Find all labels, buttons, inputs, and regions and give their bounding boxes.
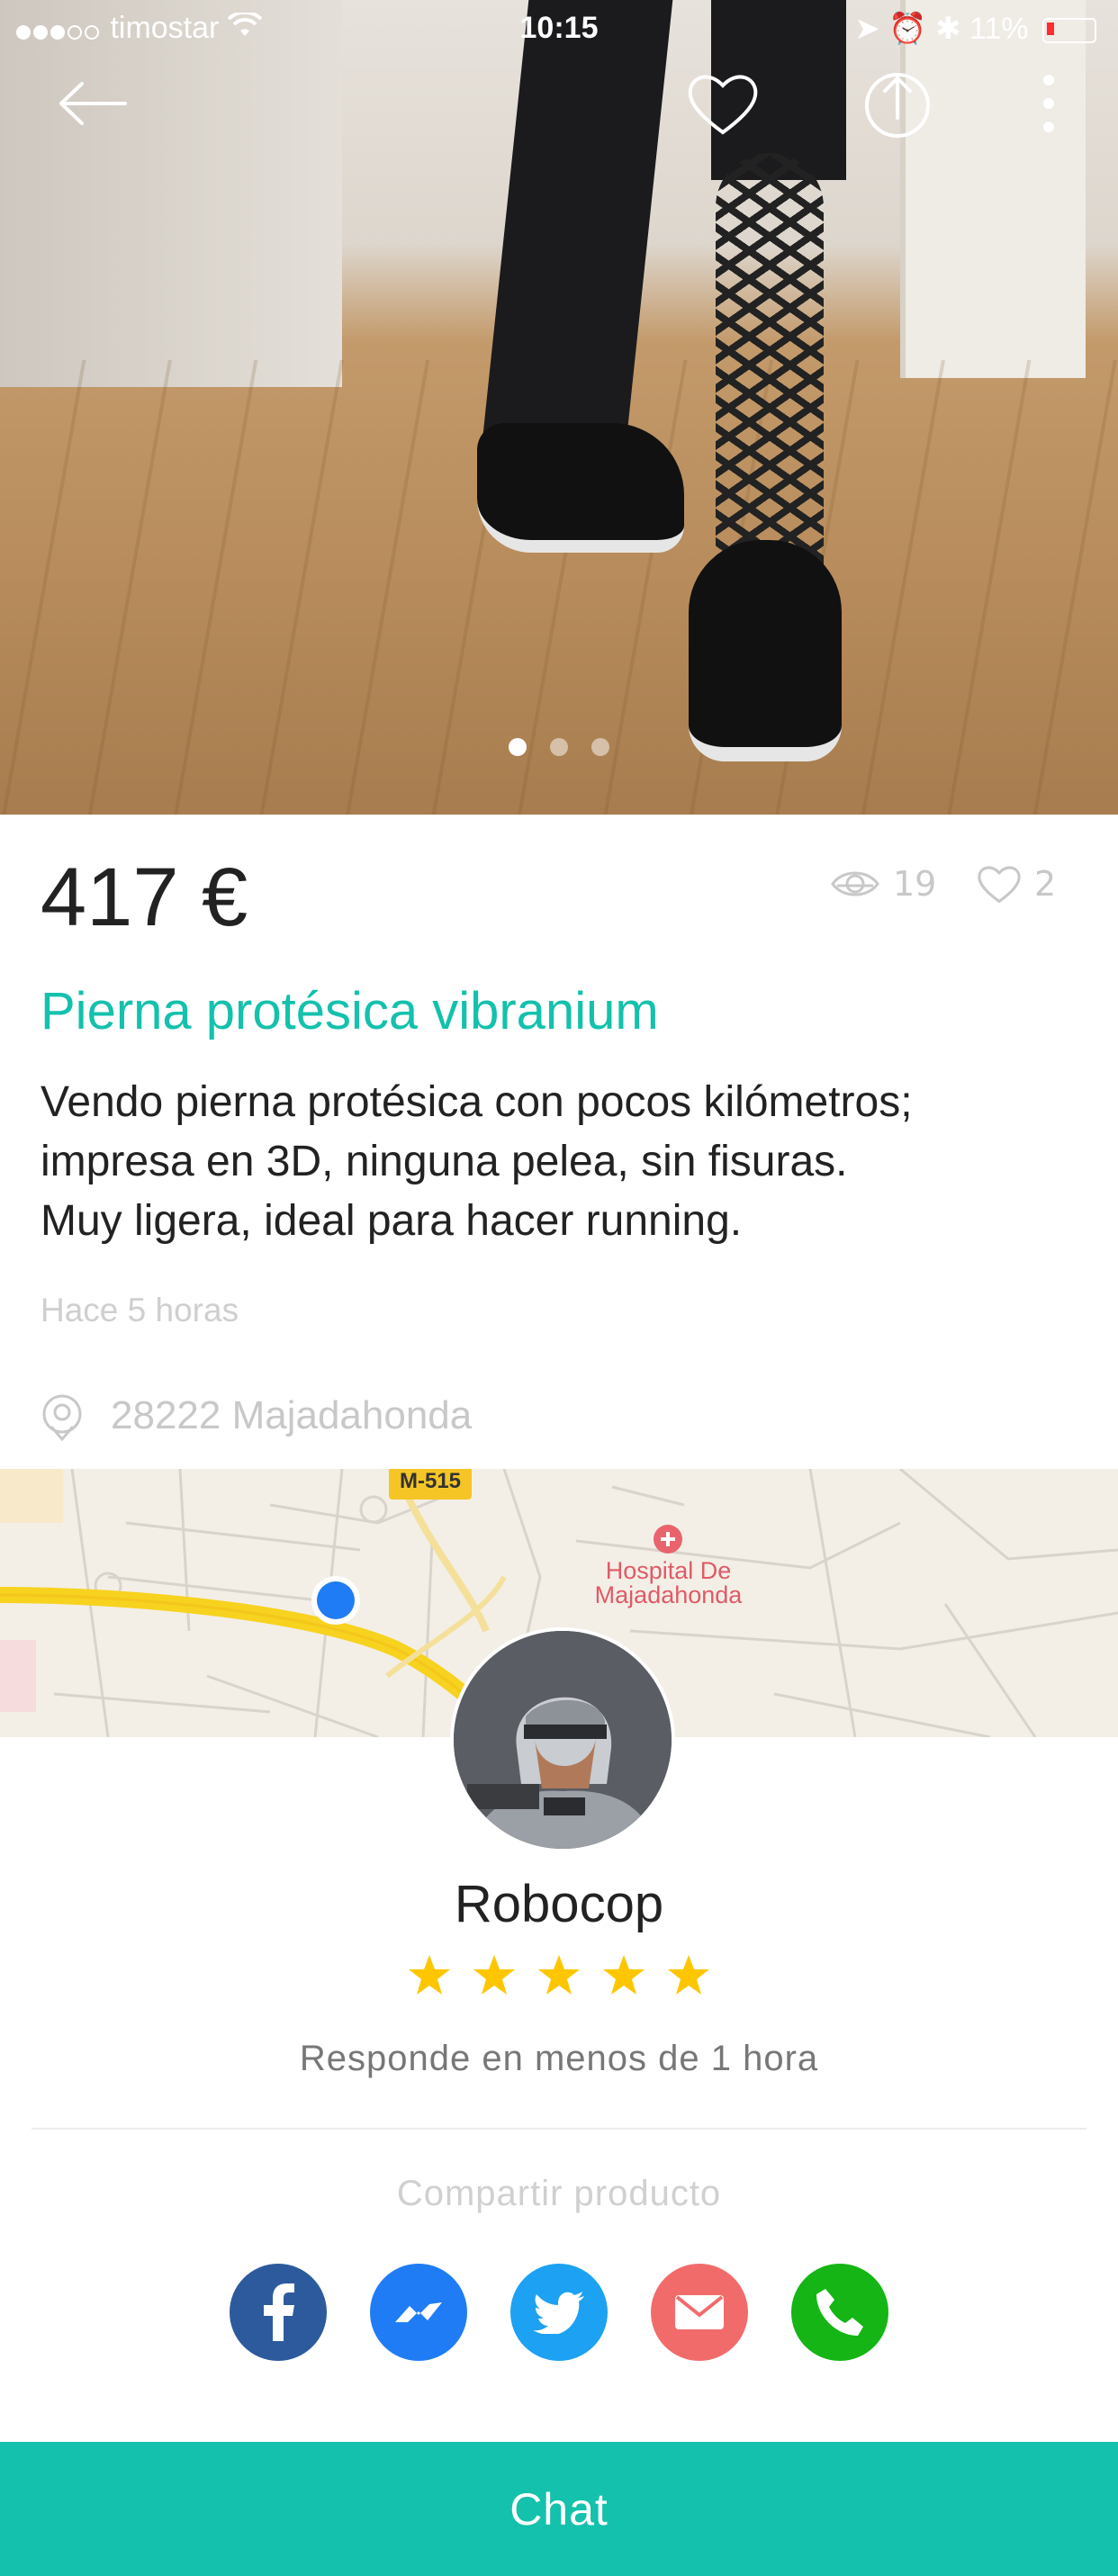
product-photo[interactable] — [0, 0, 1118, 815]
seller-rating — [0, 1953, 1118, 1996]
posted-time: Hace 5 horas — [41, 1292, 239, 1329]
twitter-share-button[interactable] — [510, 2264, 608, 2361]
pagination-dot[interactable] — [509, 738, 527, 756]
photo-wall — [0, 0, 342, 387]
likes-count: 2 — [977, 864, 1056, 904]
battery-percent: 11% — [969, 12, 1029, 46]
more-options-button[interactable] — [1008, 63, 1089, 144]
chat-button-label: Chat — [509, 2483, 609, 2535]
poi-label: Hospital De Majadahonda — [540, 1559, 797, 1608]
share-buttons — [0, 2264, 1118, 2361]
star-icon — [603, 1955, 645, 1995]
description-line: Muy ligera, ideal para hacer running. — [41, 1197, 743, 1245]
road-label: M-515 — [399, 1469, 462, 1493]
description-line: Vendo pierna protésica con pocos kilómet… — [41, 1078, 913, 1126]
price: 417 € — [41, 851, 248, 943]
heart-outline-icon — [978, 866, 1021, 904]
listing-title: Pierna protésica vibranium — [41, 982, 659, 1040]
status-bar: timostar 10:15 ➤ ⏰ ✱ 11% — [0, 0, 1118, 58]
star-icon — [538, 1955, 580, 1995]
favorite-button[interactable] — [682, 63, 763, 144]
phone-icon — [816, 2289, 863, 2336]
status-right: ➤ ⏰ ✱ 11% — [854, 11, 1096, 47]
twitter-icon — [533, 2292, 584, 2334]
back-button[interactable] — [52, 63, 133, 144]
location-pin-icon — [42, 1394, 82, 1441]
messenger-icon — [395, 2302, 442, 2322]
views-value: 19 — [893, 864, 937, 904]
seller-name[interactable]: Robocop — [0, 1874, 1118, 1934]
eye-icon — [831, 871, 879, 896]
location-text: 28222 Majadahonda — [111, 1393, 473, 1437]
seller-avatar[interactable] — [450, 1627, 675, 1852]
vertical-dots-icon — [1043, 75, 1054, 132]
facebook-share-button[interactable] — [230, 2264, 327, 2361]
heart-icon — [688, 75, 758, 135]
photo-right-shoe — [689, 540, 842, 761]
bluetooth-icon: ✱ — [935, 12, 961, 46]
share-label: Compartir producto — [396, 2174, 722, 2213]
star-icon — [668, 1955, 709, 1995]
avatar-image — [454, 1631, 672, 1849]
poi-label-line: Hospital De — [605, 1557, 732, 1584]
description-line: impresa en 3D, ninguna pelea, sin fisura… — [41, 1138, 848, 1185]
phone-share-button[interactable] — [791, 2264, 888, 2361]
photo-left-shoe — [477, 423, 684, 553]
location-arrow-icon: ➤ — [854, 12, 880, 46]
alarm-icon: ⏰ — [888, 12, 927, 46]
share-upload-icon — [865, 73, 930, 138]
star-icon — [473, 1955, 515, 1995]
arrow-left-icon — [59, 82, 127, 125]
share-button[interactable] — [857, 63, 938, 144]
likes-value: 2 — [1034, 864, 1057, 904]
facebook-icon — [264, 2283, 294, 2341]
divider — [32, 2128, 1086, 2130]
email-icon — [675, 2295, 724, 2329]
photo-prosthetic-leg — [716, 153, 824, 603]
location-row[interactable]: 28222 Majadahonda — [41, 1391, 472, 1441]
listing-description: Vendo pierna protésica con pocos kilómet… — [41, 1073, 1085, 1251]
pagination-dot[interactable] — [550, 738, 568, 756]
email-share-button[interactable] — [651, 2264, 748, 2361]
gallery-pagination — [0, 738, 1118, 760]
pagination-dot[interactable] — [591, 738, 609, 756]
star-icon — [409, 1955, 450, 1995]
poi-label-line: Majadahonda — [594, 1581, 743, 1608]
messenger-share-button[interactable] — [370, 2264, 467, 2361]
chat-button[interactable]: Chat — [0, 2442, 1118, 2576]
views-count: 19 — [830, 864, 936, 904]
response-time: Responde en menos de 1 hora — [299, 2039, 819, 2078]
battery-icon — [1042, 18, 1096, 44]
